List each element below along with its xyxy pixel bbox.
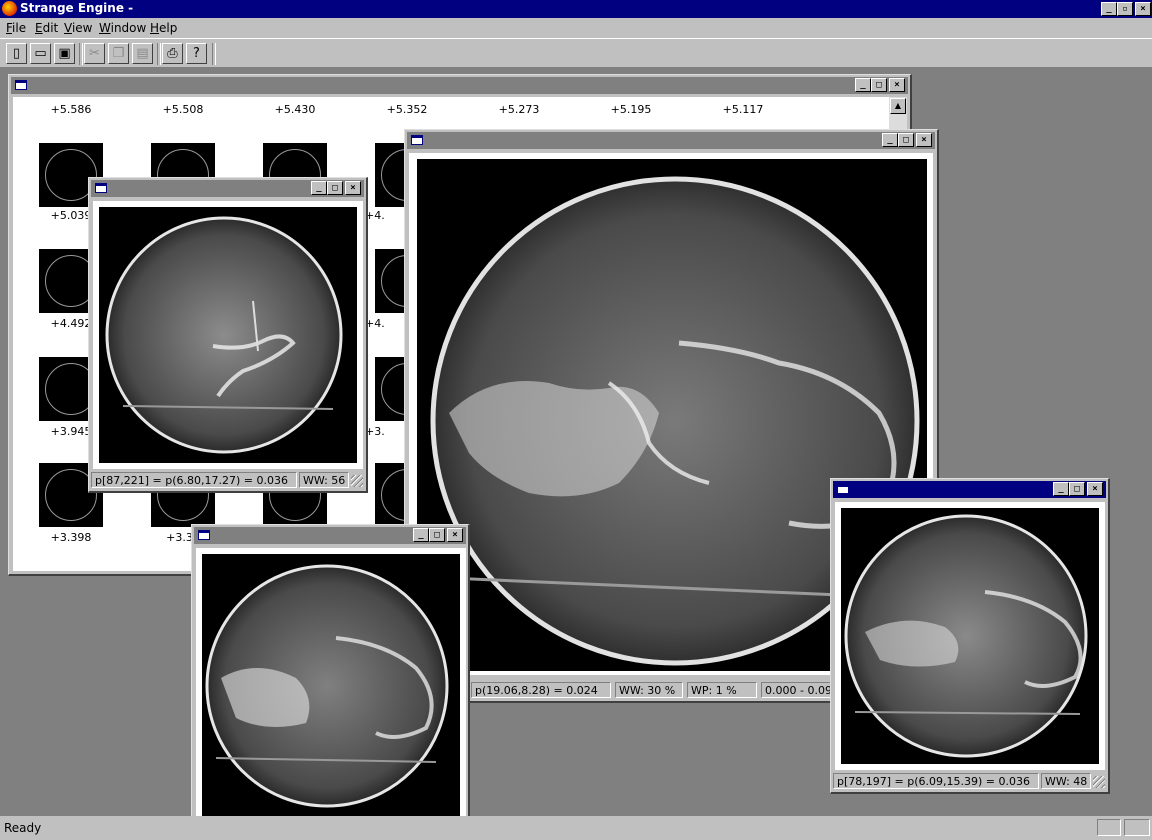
toolbar: ▯ ▭ ▣ ✂ ❐ ▤ ⎙ ?: [0, 38, 1152, 68]
window-caption[interactable]: _ □ ×: [407, 132, 935, 149]
copy-icon[interactable]: ❐: [108, 43, 129, 64]
image-canvas[interactable]: [196, 548, 466, 817]
maximize-button[interactable]: □: [429, 528, 445, 542]
status-message: Ready: [4, 821, 42, 835]
minimize-button[interactable]: _: [855, 78, 871, 92]
app-logo-icon[interactable]: [2, 1, 17, 16]
close-button[interactable]: ×: [1135, 2, 1151, 16]
window-position-readout: WP: 1 %: [687, 682, 757, 698]
menu-view[interactable]: View: [64, 21, 92, 35]
image-view-window-right[interactable]: _ □ × p[78,197] = p(6.09,15.39) = 0.036 …: [830, 478, 1110, 794]
image-canvas[interactable]: [93, 201, 363, 469]
window-caption[interactable]: _ □ ×: [833, 481, 1106, 498]
slice-value: +5.508: [162, 103, 204, 116]
toolbar-separator: [79, 43, 83, 65]
tomography-slice-image[interactable]: [835, 502, 1105, 770]
image-view-window-bottom[interactable]: _ □ ×: [191, 524, 470, 820]
menu-window[interactable]: Window: [99, 21, 146, 35]
close-button[interactable]: ×: [889, 78, 905, 92]
help-icon[interactable]: ?: [186, 43, 207, 64]
view-statusbar: p[87,221] = p(6.80,17.27) = 0.036 WW: 56…: [91, 472, 365, 489]
slice-value: +5.586: [50, 103, 92, 116]
print-icon[interactable]: ⎙: [162, 43, 183, 64]
window-caption[interactable]: _ □ ×: [11, 77, 908, 94]
window-width-readout: WW: 56 %: [299, 472, 349, 488]
menu-bar: File Edit View Window Help: [0, 18, 1152, 38]
maximize-button[interactable]: □: [898, 133, 914, 147]
app-title: Strange Engine -: [20, 1, 134, 15]
minimize-button[interactable]: _: [882, 133, 898, 147]
status-pane: [1124, 819, 1150, 836]
minimize-button[interactable]: _: [413, 528, 429, 542]
window-caption[interactable]: _ □ ×: [194, 527, 466, 544]
system-menu-icon[interactable]: [15, 80, 27, 90]
pixel-readout: p[78,197] = p(6.09,15.39) = 0.036: [833, 773, 1039, 789]
toolbar-separator: [157, 43, 161, 65]
menu-file[interactable]: File: [6, 21, 26, 35]
cut-icon[interactable]: ✂: [84, 43, 105, 64]
new-icon[interactable]: ▯: [6, 43, 27, 64]
menu-edit[interactable]: Edit: [35, 21, 58, 35]
view-statusbar: p[78,197] = p(6.09,15.39) = 0.036 WW: 48…: [833, 773, 1107, 790]
system-menu-icon[interactable]: [95, 183, 107, 193]
close-button[interactable]: ×: [447, 528, 463, 542]
value-range-readout: 0.000 - 0.092: [761, 682, 831, 698]
pixel-readout: p(19.06,8.28) = 0.024: [471, 682, 611, 698]
paste-icon[interactable]: ▤: [132, 43, 153, 64]
maximize-button[interactable]: □: [871, 78, 887, 92]
pixel-readout: p[87,221] = p(6.80,17.27) = 0.036: [91, 472, 297, 488]
resize-grip[interactable]: [1093, 776, 1105, 788]
slice-value: +3.398: [50, 531, 92, 544]
minimize-button[interactable]: _: [1053, 482, 1069, 496]
system-menu-icon[interactable]: [837, 484, 849, 494]
resize-grip[interactable]: [351, 475, 363, 487]
image-view-window-small[interactable]: _ □ × p[87,221] = p(6.80,17.27) = 0.036 …: [88, 177, 368, 493]
minimize-button[interactable]: _: [311, 181, 327, 195]
maximize-button[interactable]: □: [327, 181, 343, 195]
minimize-button[interactable]: _: [1101, 2, 1117, 16]
window-width-readout: WW: 30 %: [615, 682, 683, 698]
slice-value: +5.195: [610, 103, 652, 116]
app-statusbar: Ready: [0, 816, 1152, 840]
window-width-readout: WW: 48 %: [1041, 773, 1091, 789]
slice-value: +5.352: [386, 103, 428, 116]
toolbar-separator: [212, 43, 216, 65]
close-button[interactable]: ×: [1087, 482, 1103, 496]
open-icon[interactable]: ▭: [30, 43, 51, 64]
restore-button[interactable]: ▫: [1117, 2, 1133, 16]
tomography-slice-image[interactable]: [93, 201, 363, 469]
close-button[interactable]: ×: [916, 133, 932, 147]
scroll-up-icon[interactable]: ▲: [890, 98, 906, 114]
slice-value: +5.273: [498, 103, 540, 116]
window-caption[interactable]: _ □ ×: [91, 180, 364, 197]
tomography-slice-image[interactable]: [196, 548, 466, 817]
slice-value: +5.117: [722, 103, 764, 116]
system-menu-icon[interactable]: [198, 530, 210, 540]
image-canvas[interactable]: [835, 502, 1105, 770]
menu-help[interactable]: Help: [150, 21, 177, 35]
maximize-button[interactable]: □: [1069, 482, 1085, 496]
system-menu-icon[interactable]: [411, 135, 423, 145]
slice-value: +5.430: [274, 103, 316, 116]
close-button[interactable]: ×: [345, 181, 361, 195]
status-pane: [1097, 819, 1121, 836]
save-icon[interactable]: ▣: [54, 43, 75, 64]
app-titlebar: Strange Engine - _ ▫ ×: [0, 0, 1152, 18]
